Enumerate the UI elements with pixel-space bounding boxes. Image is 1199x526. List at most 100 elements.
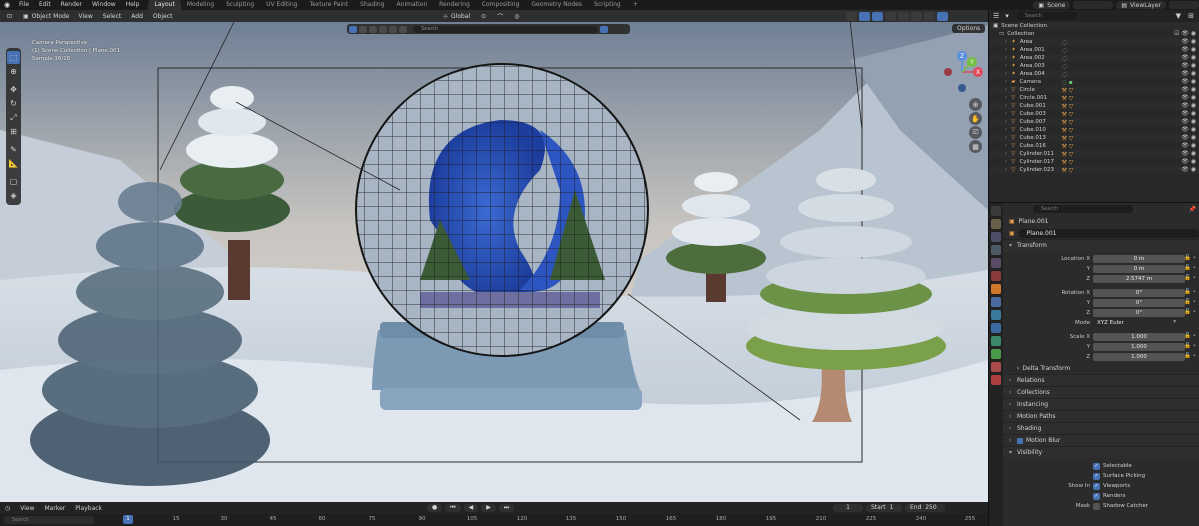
relations-section-header[interactable]: › Relations <box>1003 374 1199 386</box>
outliner-item-row[interactable]: › ▽ Cube.001 ⚒ ▽ 👁 ◉ <box>989 102 1199 110</box>
outliner-item-row[interactable]: › ▽ Cylinder.023 ⚒ ▽ 👁 ◉ <box>989 166 1199 174</box>
view-layer-selector[interactable]: ▤ ViewLayer <box>1116 1 1166 9</box>
output-tab-icon[interactable] <box>991 232 1001 242</box>
outliner-item-row[interactable]: › ▽ Cylinder.017 ⚒ ▽ 👁 ◉ <box>989 158 1199 166</box>
tab-layout[interactable]: Layout <box>148 0 181 10</box>
visibility-toggle[interactable] <box>846 11 857 21</box>
object-tab-icon[interactable] <box>991 284 1001 294</box>
end-frame-field[interactable]: End 250 <box>905 504 945 512</box>
outliner-item-row[interactable]: › ▽ Cube.013 ⚒ ▽ 👁 ◉ <box>989 134 1199 142</box>
outliner-editor-icon[interactable]: ☰ <box>993 12 999 20</box>
play-reverse-button[interactable]: ◀ <box>463 504 479 512</box>
xray-toggle[interactable] <box>885 11 896 21</box>
eye-icon[interactable]: 👁 ◉ <box>1181 166 1196 173</box>
object-data-icon[interactable]: ⚒ ▽ <box>1061 87 1073 94</box>
eye-icon[interactable]: 👁 ◉ <box>1181 110 1196 117</box>
proportional-editing-toggle[interactable]: ◎ <box>510 11 524 21</box>
delta-transform-header[interactable]: › Delta Transform <box>1003 362 1199 374</box>
solid-shading-button[interactable] <box>911 11 922 21</box>
object-data-icon[interactable]: ⚒ ▽ <box>1061 111 1073 118</box>
viewport-search-input[interactable]: Search <box>413 25 598 33</box>
expand-chevron-icon[interactable]: › <box>1005 79 1007 85</box>
timeline-menu-playback[interactable]: Playback <box>70 505 107 512</box>
new-collection-icon[interactable]: ⊞ <box>1188 12 1194 20</box>
expand-chevron-icon[interactable]: › <box>1005 111 1007 117</box>
overlay-toggle[interactable] <box>872 11 883 21</box>
transform-tool-icon[interactable]: ⊞ <box>7 125 20 138</box>
lock-icon[interactable]: 🔓 • <box>1184 275 1196 281</box>
visibility-section-header[interactable]: ▾ Visibility <box>1003 446 1199 458</box>
menu-render[interactable]: Render <box>56 0 87 10</box>
object-data-icon[interactable]: ⚒ ▽ <box>1061 103 1073 110</box>
timeline-search-input[interactable]: Search <box>4 516 94 524</box>
expand-chevron-icon[interactable]: › <box>1005 39 1007 45</box>
selectable-checkbox[interactable]: ✓ <box>1093 462 1100 470</box>
object-name-field[interactable]: Plane.001 <box>1018 228 1199 238</box>
filter-select-icon[interactable] <box>349 25 357 33</box>
menu-view[interactable]: View <box>74 13 98 20</box>
orientation-selector[interactable]: ⊹ Global <box>439 11 475 21</box>
surface-picking-checkbox[interactable]: ✓ <box>1093 472 1100 480</box>
3d-viewport[interactable]: ⊡ ▣ Object Mode View Select Add Object ⊹ G… <box>0 10 988 502</box>
expand-chevron-icon[interactable]: › <box>1005 135 1007 141</box>
filter-other-icon[interactable] <box>399 25 407 33</box>
filter-funnel-icon[interactable]: ▼ <box>1176 12 1181 20</box>
scene-collection-row[interactable]: ▣ Scene Collection <box>989 22 1199 30</box>
jump-start-button[interactable]: ⏮ <box>445 504 461 512</box>
tab-animation[interactable]: Animation <box>391 0 434 10</box>
outliner-item-row[interactable]: › ✦ Area.003 ◌ 👁 ◉ <box>989 62 1199 70</box>
move-tool-icon[interactable]: ✥ <box>7 83 20 96</box>
expand-chevron-icon[interactable]: › <box>1005 159 1007 165</box>
outliner-search-input[interactable]: Search <box>1016 12 1077 20</box>
expand-chevron-icon[interactable]: › <box>1005 71 1007 77</box>
collection-row[interactable]: ▭ Collection ☑ 👁 ◉ <box>989 30 1199 38</box>
pin-icon[interactable]: 📌 <box>1189 206 1196 213</box>
timeline-menu-marker[interactable]: Marker <box>40 505 71 512</box>
add-workspace-button[interactable]: + <box>627 0 644 10</box>
outliner-item-row[interactable]: › ✦ Area.001 ◌ 👁 ◉ <box>989 46 1199 54</box>
expand-chevron-icon[interactable]: › <box>1005 119 1007 125</box>
snap-toggle[interactable]: ⌒ <box>493 11 508 21</box>
object-data-icon[interactable]: ⚒ ▽ <box>1061 143 1073 150</box>
viewports-checkbox[interactable]: ✓ <box>1093 482 1100 490</box>
expand-chevron-icon[interactable]: › <box>1005 95 1007 101</box>
lock-icon[interactable]: 🔓 • <box>1184 289 1196 295</box>
tab-texture-paint[interactable]: Texture Paint <box>303 0 354 10</box>
expand-chevron-icon[interactable]: › <box>1005 103 1007 109</box>
eye-icon[interactable]: 👁 ◉ <box>1181 70 1196 77</box>
location-z-field[interactable]: 2.5747 m <box>1093 275 1185 283</box>
expand-chevron-icon[interactable]: › <box>1005 55 1007 61</box>
scene-tab-icon[interactable] <box>991 258 1001 268</box>
expand-chevron-icon[interactable]: › <box>1005 87 1007 93</box>
outliner-item-row[interactable]: › ✦ Area.002 ◌ 👁 ◉ <box>989 54 1199 62</box>
object-data-icon[interactable]: ⚒ ▽ <box>1061 135 1073 142</box>
material-shading-button[interactable] <box>924 11 935 21</box>
eye-icon[interactable]: 👁 ◉ <box>1181 134 1196 141</box>
scene-extra[interactable] <box>1073 1 1114 9</box>
timeline-menu-view[interactable]: View <box>15 505 39 512</box>
shading-section-header[interactable]: › Shading <box>1003 422 1199 434</box>
expand-chevron-icon[interactable]: › <box>1005 151 1007 157</box>
tab-compositing[interactable]: Compositing <box>476 0 526 10</box>
outliner-item-row[interactable]: › ✦ Area.004 ◌ 👁 ◉ <box>989 70 1199 78</box>
jump-end-button[interactable]: ⏭ <box>498 504 515 512</box>
lock-icon[interactable]: 🔓 • <box>1184 309 1196 315</box>
transform-section-header[interactable]: ▾ Transform <box>1003 239 1199 251</box>
outliner-item-row[interactable]: › ▽ Circle ⚒ ▽ 👁 ◉ <box>989 86 1199 94</box>
start-frame-field[interactable]: Start 1 <box>866 504 902 512</box>
eye-icon[interactable]: 👁 ◉ <box>1181 78 1196 85</box>
object-data-icon[interactable]: ◌ <box>1062 39 1067 46</box>
outliner-item-row[interactable]: › ▽ Cube.016 ⚒ ▽ 👁 ◉ <box>989 142 1199 150</box>
eye-icon[interactable]: 👁 ◉ <box>1181 54 1196 61</box>
filter-empty-icon[interactable] <box>389 25 397 33</box>
outliner-item-row[interactable]: › ▽ Cube.003 ⚒ ▽ 👁 ◉ <box>989 110 1199 118</box>
modifier-tab-icon[interactable] <box>991 297 1001 307</box>
menu-add[interactable]: Add <box>126 13 148 20</box>
expand-chevron-icon[interactable]: › <box>1005 143 1007 149</box>
cursor-tool-icon[interactable]: ⊕ <box>7 65 20 78</box>
mode-selector[interactable]: ▣ Object Mode <box>19 11 74 21</box>
lock-icon[interactable]: 🔓 • <box>1184 255 1196 261</box>
eye-icon[interactable]: ☑ 👁 ◉ <box>1174 30 1196 37</box>
eye-icon[interactable]: 👁 ◉ <box>1181 150 1196 157</box>
location-x-field[interactable]: 0 m <box>1093 255 1185 263</box>
